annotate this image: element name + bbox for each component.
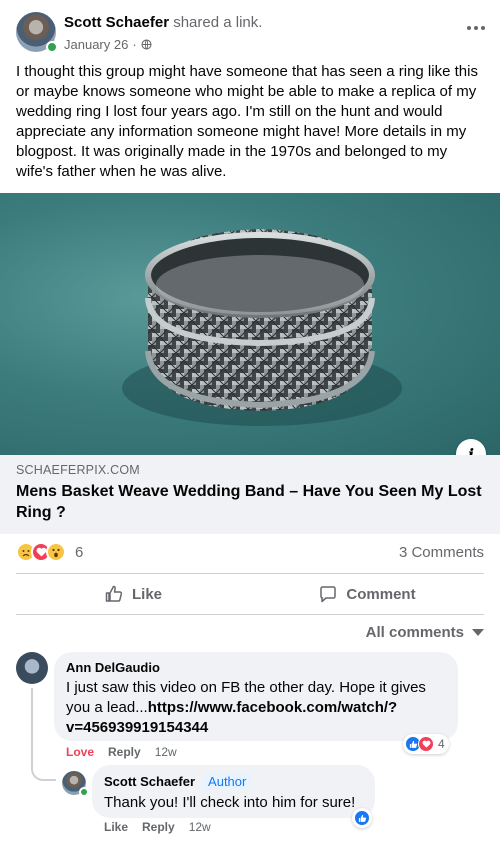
post-date[interactable]: January 26 [64,37,128,52]
comment-time[interactable]: 12w [155,745,177,759]
reaction-icons[interactable] [16,542,66,562]
reactions-summary: 6 3 Comments [16,540,484,564]
author-line: Scott Schaefer shared a link. [64,14,262,31]
more-options-icon[interactable] [466,18,486,38]
reply-button[interactable]: Reply [108,745,141,759]
wow-reaction-icon [46,542,66,562]
comments-filter-label: All comments [365,624,464,641]
post-actions: Like Comment [16,575,484,613]
comment-reactions[interactable]: 4 [403,734,449,754]
link-title[interactable]: Mens Basket Weave Wedding Band – Have Yo… [16,481,484,523]
comments-count[interactable]: 3 Comments [399,544,484,561]
love-reaction-icon [418,736,434,752]
link-preview-meta[interactable]: SCHAEFERPIX.COM Mens Basket Weave Weddin… [0,455,500,534]
reply-author-name[interactable]: Scott Schaefer [104,774,195,789]
like-button[interactable]: Like [16,575,250,613]
post-body: I thought this group might have someone … [16,63,478,180]
comment-text: I just saw this video on FB the other da… [66,679,426,736]
divider [16,573,484,574]
comment-bubble: Ann DelGaudio I just saw this video on F… [54,652,458,741]
author-badge: Author [203,773,252,790]
love-reaction-button[interactable]: Love [66,745,94,759]
reply-text: Thank you! I'll check into him for sure! [104,794,356,811]
post-meta: January 26 · [64,37,152,52]
reply-thread-line [31,688,56,781]
online-status-icon [46,41,58,53]
reply-reactions[interactable] [352,808,372,828]
reply-button[interactable]: Reply [142,820,175,834]
like-label: Like [131,585,162,603]
commenter-avatar[interactable] [16,652,48,684]
date-separator: · [132,37,137,52]
reply-author: Scott Schaefer Author [104,773,363,790]
comment-actions: Love Reply 12w [66,745,177,759]
link-preview-image[interactable]: i [0,193,500,455]
reply-time[interactable]: 12w [189,820,211,834]
like-reaction-icon [354,810,370,826]
link-domain: SCHAEFERPIX.COM [16,463,140,477]
comment-reaction-count: 4 [438,737,445,751]
reaction-count[interactable]: 6 [75,544,83,561]
chevron-down-icon [472,629,484,636]
comment-icon [320,586,337,603]
thumbs-up-icon [105,585,123,602]
commenter-name[interactable]: Ann DelGaudio [66,660,446,675]
comment-button[interactable]: Comment [250,575,484,613]
reply-actions: Like Reply 12w [104,820,211,834]
ring-photo [122,229,402,426]
reply-avatar[interactable] [62,771,89,797]
like-button[interactable]: Like [104,820,128,834]
divider [16,614,484,615]
reply-bubble: Scott Schaefer Author Thank you! I'll ch… [92,765,375,818]
author-action: shared a link. [173,14,263,31]
online-status-icon [79,787,89,797]
comment-label: Comment [346,585,416,603]
comments-filter[interactable]: All comments [366,624,484,641]
post-header: Scott Schaefer shared a link. January 26… [16,12,486,56]
author-avatar[interactable] [16,12,58,53]
author-name[interactable]: Scott Schaefer [64,14,169,31]
globe-icon[interactable] [141,39,152,50]
